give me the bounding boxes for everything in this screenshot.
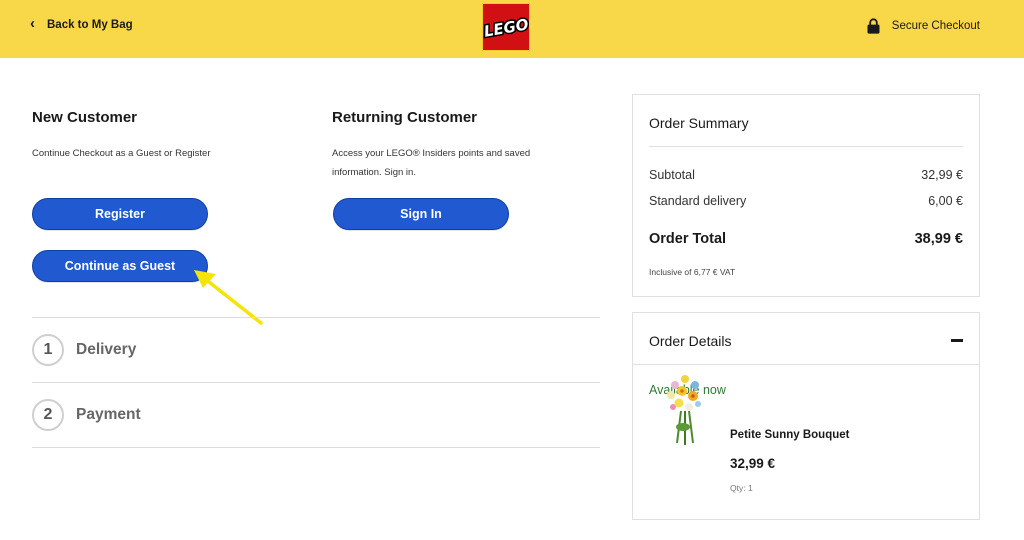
register-button[interactable]: Register [32, 198, 208, 230]
back-to-bag-link[interactable]: ‹ Back to My Bag [30, 15, 133, 32]
chevron-left-icon: ‹ [30, 15, 35, 32]
annotation-arrow [194, 270, 263, 325]
secure-checkout: Secure Checkout [867, 18, 980, 34]
step-delivery: 1 Delivery [32, 334, 136, 366]
step-label: Payment [76, 406, 141, 423]
vat-note: Inclusive of 6,77 € VAT [649, 267, 736, 277]
step-number: 2 [32, 399, 64, 431]
collapse-minus-icon[interactable] [951, 339, 963, 342]
order-total-value: 38,99 € [914, 231, 963, 247]
back-to-bag-label: Back to My Bag [47, 18, 133, 31]
divider [32, 317, 600, 318]
order-summary-card: Order Summary Subtotal 32,99 € Standard … [632, 94, 980, 297]
delivery-label: Standard delivery [649, 194, 747, 208]
divider [32, 447, 600, 448]
product-name[interactable]: Petite Sunny Bouquet [730, 429, 849, 441]
checkout-header: ‹ Back to My Bag LEGO Secure Checkout [0, 0, 1024, 58]
delivery-value: 6,00 € [928, 194, 963, 208]
delivery-row: Standard delivery 6,00 € [649, 194, 963, 208]
order-total-label: Order Total [649, 231, 727, 247]
subtotal-value: 32,99 € [921, 168, 963, 182]
product-quantity: Qty: 1 [730, 483, 753, 493]
divider [633, 364, 979, 365]
continue-as-guest-button[interactable]: Continue as Guest [32, 250, 208, 282]
step-payment: 2 Payment [32, 399, 141, 431]
new-customer-description: Continue Checkout as a Guest or Register [32, 148, 211, 159]
product-image[interactable] [655, 371, 711, 447]
secure-checkout-label: Secure Checkout [891, 20, 980, 32]
lock-icon [867, 18, 880, 34]
subtotal-row: Subtotal 32,99 € [649, 168, 963, 182]
divider [32, 382, 600, 383]
step-label: Delivery [76, 341, 137, 358]
subtotal-label: Subtotal [649, 168, 695, 182]
step-number: 1 [32, 334, 64, 366]
order-summary-title: Order Summary [649, 115, 749, 131]
sign-in-button[interactable]: Sign In [333, 198, 509, 230]
lego-logo[interactable]: LEGO [482, 3, 530, 51]
product-price: 32,99 € [730, 456, 776, 471]
order-total-row: Order Total 38,99 € [649, 231, 963, 247]
order-details-card: Order Details Available now Petite Sunny… [632, 312, 980, 520]
returning-customer-description-line2: information. Sign in. [332, 167, 416, 178]
returning-customer-description-line1: Access your LEGO® Insiders points and sa… [332, 148, 531, 159]
divider [649, 146, 963, 147]
returning-customer-title: Returning Customer [332, 109, 478, 126]
order-details-title: Order Details [649, 333, 732, 349]
new-customer-title: New Customer [32, 109, 138, 126]
lego-logo-icon: LEGO [483, 4, 529, 50]
